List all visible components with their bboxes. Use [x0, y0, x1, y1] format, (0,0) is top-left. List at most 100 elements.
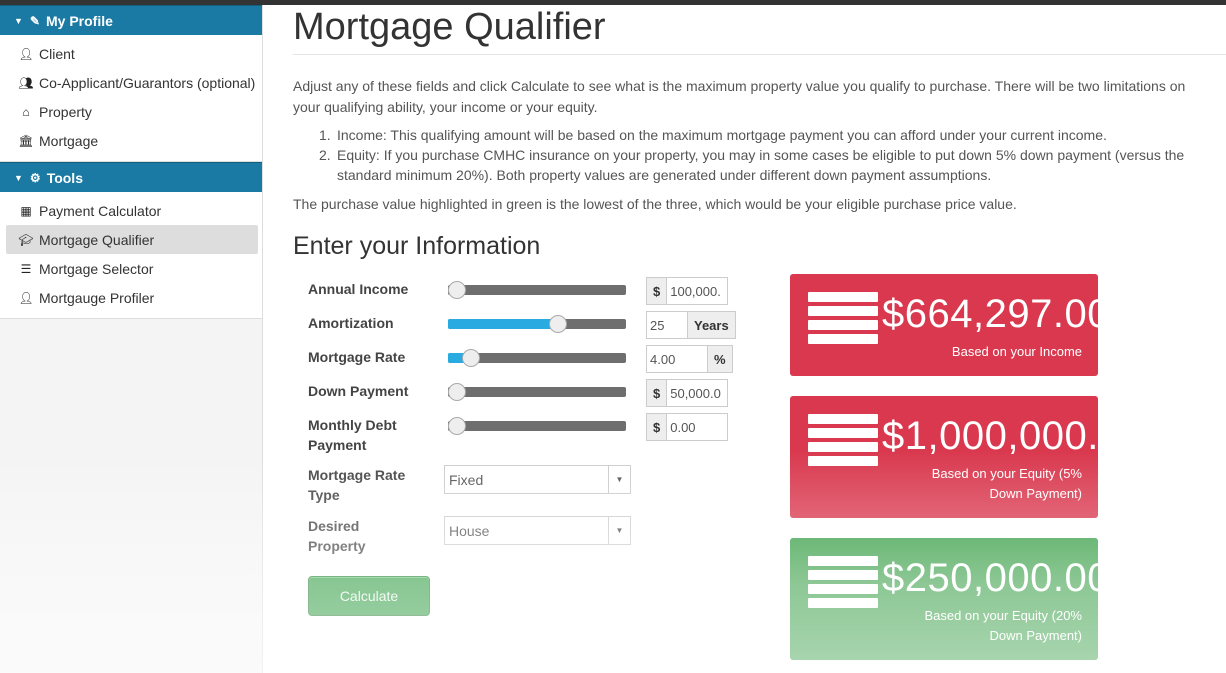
annual-income-label: Annual Income [308, 281, 409, 297]
caret-down-icon: ▼ [608, 466, 630, 493]
rate-type-row: Mortgage Rate Type Fixed ▼ [308, 463, 738, 514]
monthly-debt-label: Monthly Debt Payment [308, 417, 397, 453]
amortization-input[interactable] [647, 312, 687, 338]
mortgage-rate-input[interactable] [647, 346, 707, 372]
result-amount: $1,000,000. [882, 414, 1098, 458]
sidebar-item-co-applicant[interactable]: 👥︎ Co-Applicant/Guarantors (optional) [6, 68, 258, 97]
sidebar-item-payment-calculator[interactable]: ▦ Payment Calculator [6, 196, 258, 225]
sidebar-header-label: My Profile [45, 12, 113, 29]
percent-addon: % [707, 346, 732, 372]
user-icon: 👤︎ [18, 290, 34, 305]
currency-addon: $ [647, 414, 668, 440]
rate-type-select[interactable]: Fixed ▼ [444, 465, 631, 494]
sidebar-item-client[interactable]: 👤︎ Client [6, 39, 258, 68]
mortgage-rate-input-group: % [646, 345, 733, 373]
qualifier-form: Annual Income $ Amortization Years [308, 277, 738, 616]
sidebar-item-property[interactable]: ⌂ Property [6, 97, 258, 126]
green-note-text: The purchase value highlighted in green … [293, 196, 1017, 212]
amortization-label: Amortization [308, 315, 394, 331]
edit-icon: ✎ [29, 13, 40, 28]
result-caption: Down Payment) [989, 486, 1082, 501]
desired-property-select[interactable]: House ▼ [444, 516, 631, 545]
profile-menu: 👤︎ Client 👥︎ Co-Applicant/Guarantors (op… [0, 35, 262, 162]
server-icon [808, 556, 878, 608]
years-addon: Years [687, 312, 735, 338]
result-card-income: $664,297.00 Based on your Income [790, 274, 1098, 376]
intro-text: Adjust any of these fields and click Cal… [293, 78, 1186, 115]
annual-income-slider[interactable] [448, 281, 626, 299]
caret-down-icon: ▼ [608, 517, 630, 544]
monthly-debt-slider[interactable] [448, 417, 626, 435]
slider-handle[interactable] [448, 281, 466, 299]
sidebar-item-label: Payment Calculator [39, 202, 162, 219]
annual-income-row: Annual Income $ [308, 277, 738, 311]
desired-property-value: House [449, 522, 490, 539]
sidebar-item-label: Mortgage Qualifier [39, 231, 155, 248]
limitations-list: 1. Income: This qualifying amount will b… [293, 125, 1193, 185]
down-payment-input[interactable] [667, 380, 728, 406]
result-card-equity-5: $1,000,000. Based on your Equity (5% Dow… [790, 396, 1098, 518]
desired-property-label: Desired Property [308, 518, 366, 554]
monthly-debt-input-group: $ [646, 413, 729, 441]
sidebar-header-tools[interactable]: ▼ ⚙ Tools [0, 162, 262, 192]
rate-type-label: Mortgage Rate Type [308, 467, 406, 503]
gear-icon: ⚙ [29, 170, 41, 185]
sidebar-header-label: Tools [46, 169, 83, 186]
slider-handle[interactable] [448, 417, 466, 435]
list-item: 2. Equity: If you purchase CMHC insuranc… [319, 147, 1185, 183]
sidebar-item-label: Mortgauge Profiler [39, 289, 155, 306]
sidebar-item-label: Co-Applicant/Guarantors (optional) [39, 74, 256, 91]
users-icon: 👥︎ [18, 75, 34, 90]
sidebar-item-label: Mortgage [39, 132, 99, 149]
annual-income-input[interactable] [667, 278, 728, 304]
down-payment-slider[interactable] [448, 383, 626, 401]
slider-fill [448, 319, 559, 329]
sidebar-item-mortgage-qualifier[interactable]: 🎓︎ Mortgage Qualifier [6, 225, 258, 254]
amortization-slider[interactable] [448, 315, 626, 333]
down-payment-label: Down Payment [308, 383, 409, 399]
result-caption: Based on your Income [951, 344, 1082, 359]
mortgage-rate-slider[interactable] [448, 349, 626, 367]
amortization-input-group: Years [646, 311, 736, 339]
sidebar-item-label: Client [39, 45, 75, 62]
result-amount: $664,297.00 [882, 292, 1098, 336]
currency-addon: $ [647, 380, 668, 406]
desired-property-row: Desired Property House ▼ [308, 514, 738, 564]
page-title: Mortgage Qualifier [293, 5, 1226, 55]
server-icon [808, 292, 878, 344]
result-caption: Based on your Equity (5% [931, 466, 1082, 481]
bank-icon: 🏛︎ [18, 133, 34, 148]
sidebar-item-mortgage-profiler[interactable]: 👤︎ Mortgauge Profiler [6, 283, 258, 312]
sidebar-item-mortgage[interactable]: 🏛︎ Mortgage [6, 126, 258, 155]
home-icon: ⌂ [22, 104, 30, 119]
result-caption: Based on your Equity (20% [924, 608, 1082, 623]
amortization-row: Amortization Years [308, 311, 738, 345]
slider-handle[interactable] [549, 315, 568, 333]
sidebar-header-my-profile[interactable]: ▼ ✎ My Profile [0, 5, 262, 35]
caret-down-icon: ▼ [14, 15, 23, 26]
user-icon: 👤︎ [18, 46, 34, 61]
slider-handle[interactable] [462, 349, 481, 367]
slider-handle[interactable] [448, 383, 466, 401]
sidebar-item-label: Property [39, 103, 92, 120]
sidebar: ▼ ✎ My Profile 👤︎ Client 👥︎ Co-Applicant… [0, 5, 263, 673]
caret-down-icon: ▼ [14, 172, 23, 183]
result-caption: Down Payment) [989, 628, 1082, 643]
server-icon [808, 414, 878, 466]
rate-type-value: Fixed [449, 471, 484, 488]
section-title: Enter your Information [293, 232, 541, 260]
list-icon: ☰ [20, 261, 32, 276]
annual-income-input-group: $ [646, 277, 729, 305]
result-amount: $250,000.00 [882, 556, 1098, 600]
monthly-debt-input[interactable] [667, 414, 728, 440]
down-payment-row: Down Payment $ [308, 379, 738, 413]
main-content: Mortgage Qualifier Adjust any of these f… [293, 5, 1226, 673]
tools-menu: ▦ Payment Calculator 🎓︎ Mortgage Qualifi… [0, 192, 262, 319]
graduation-cap-icon: 🎓︎ [18, 232, 34, 247]
mortgage-rate-row: Mortgage Rate % [308, 345, 738, 379]
sidebar-item-mortgage-selector[interactable]: ☰ Mortgage Selector [6, 254, 258, 283]
sidebar-item-label: Mortgage Selector [39, 260, 154, 277]
down-payment-input-group: $ [646, 379, 729, 407]
calculate-button[interactable]: Calculate [308, 576, 430, 616]
list-item: 1. Income: This qualifying amount will b… [319, 127, 1107, 143]
